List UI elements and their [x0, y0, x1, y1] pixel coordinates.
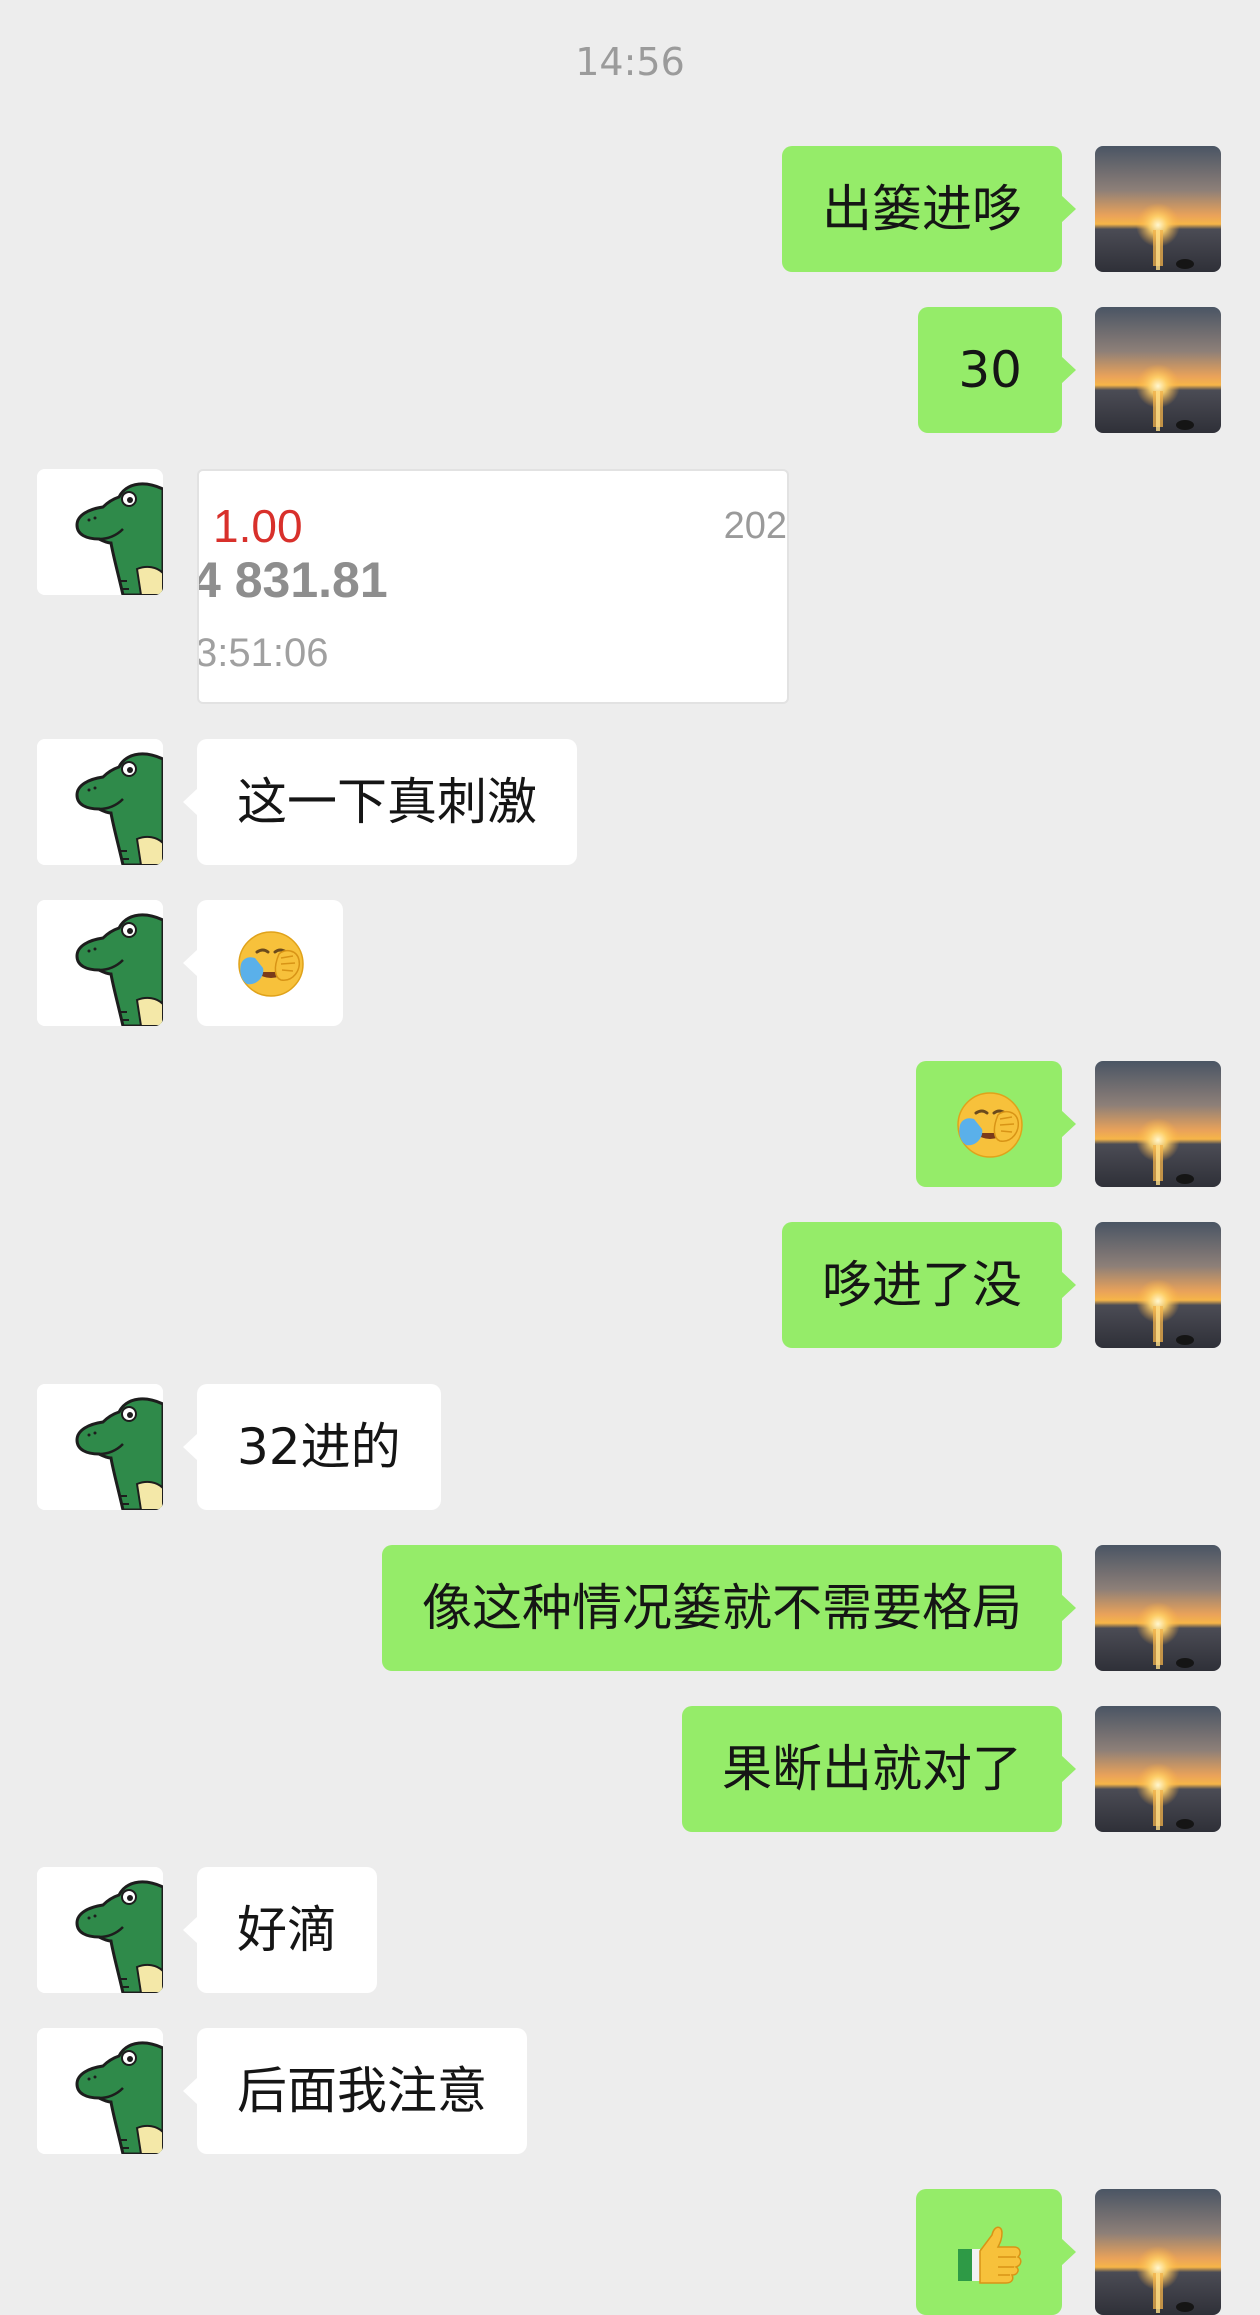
message-row: 后面我注意: [0, 2028, 1260, 2154]
card-year: 202: [723, 505, 787, 547]
my-avatar[interactable]: [1095, 1061, 1221, 1187]
received-message-bubble[interactable]: 32进的: [183, 1384, 441, 1510]
thumbs-up-emoji-icon: [954, 2217, 1026, 2289]
my-avatar[interactable]: [1095, 1222, 1221, 1348]
facepalm-crying-emoji-icon: [235, 928, 307, 1000]
message-row: 出篓进哆: [0, 146, 1260, 272]
card-time: 3:51:06: [197, 631, 329, 675]
received-emoji-bubble[interactable]: [183, 900, 343, 1026]
sent-message-bubble[interactable]: 出篓进哆: [782, 146, 1076, 272]
contact-avatar[interactable]: [37, 2028, 163, 2154]
message-row: 30: [0, 307, 1260, 433]
message-row: [0, 900, 1260, 1026]
my-avatar[interactable]: [1095, 2189, 1221, 2315]
message-row: [0, 2189, 1260, 2315]
received-message-bubble[interactable]: 后面我注意: [183, 2028, 527, 2154]
sent-emoji-bubble[interactable]: [916, 2189, 1076, 2315]
message-row: 哆进了没: [0, 1222, 1260, 1348]
shared-image-message[interactable]: 1.00 202 4 831.81 3:51:06 ...: [197, 469, 789, 704]
message-row: 像这种情况篓就不需要格局: [0, 1545, 1260, 1671]
message-row: [0, 1061, 1260, 1187]
received-message-bubble[interactable]: 这一下真刺激: [183, 739, 577, 865]
sent-message-bubble[interactable]: 哆进了没: [782, 1222, 1076, 1348]
card-cut-text: ...: [519, 689, 542, 702]
card-index-value: 4 831.81: [197, 552, 388, 608]
message-row: 这一下真刺激: [0, 739, 1260, 865]
message-row: 好滴: [0, 1867, 1260, 1993]
card-price-value: 1.00: [213, 500, 303, 552]
message-row: 果断出就对了: [0, 1706, 1260, 1832]
my-avatar[interactable]: [1095, 307, 1221, 433]
facepalm-crying-emoji-icon: [954, 1089, 1026, 1161]
sent-emoji-bubble[interactable]: [916, 1061, 1076, 1187]
sent-message-bubble[interactable]: 30: [918, 307, 1076, 433]
my-avatar[interactable]: [1095, 1545, 1221, 1671]
chat-timestamp: 14:56: [575, 40, 685, 84]
my-avatar[interactable]: [1095, 1706, 1221, 1832]
contact-avatar[interactable]: [37, 900, 163, 1026]
message-row: 32进的: [0, 1384, 1260, 1510]
received-message-bubble[interactable]: 好滴: [183, 1867, 377, 1993]
sent-message-bubble[interactable]: 像这种情况篓就不需要格局: [382, 1545, 1076, 1671]
sent-message-bubble[interactable]: 果断出就对了: [682, 1706, 1076, 1832]
my-avatar[interactable]: [1095, 146, 1221, 272]
contact-avatar[interactable]: [37, 1867, 163, 1993]
contact-avatar[interactable]: [37, 1384, 163, 1510]
contact-avatar[interactable]: [37, 739, 163, 865]
contact-avatar[interactable]: [37, 469, 163, 595]
